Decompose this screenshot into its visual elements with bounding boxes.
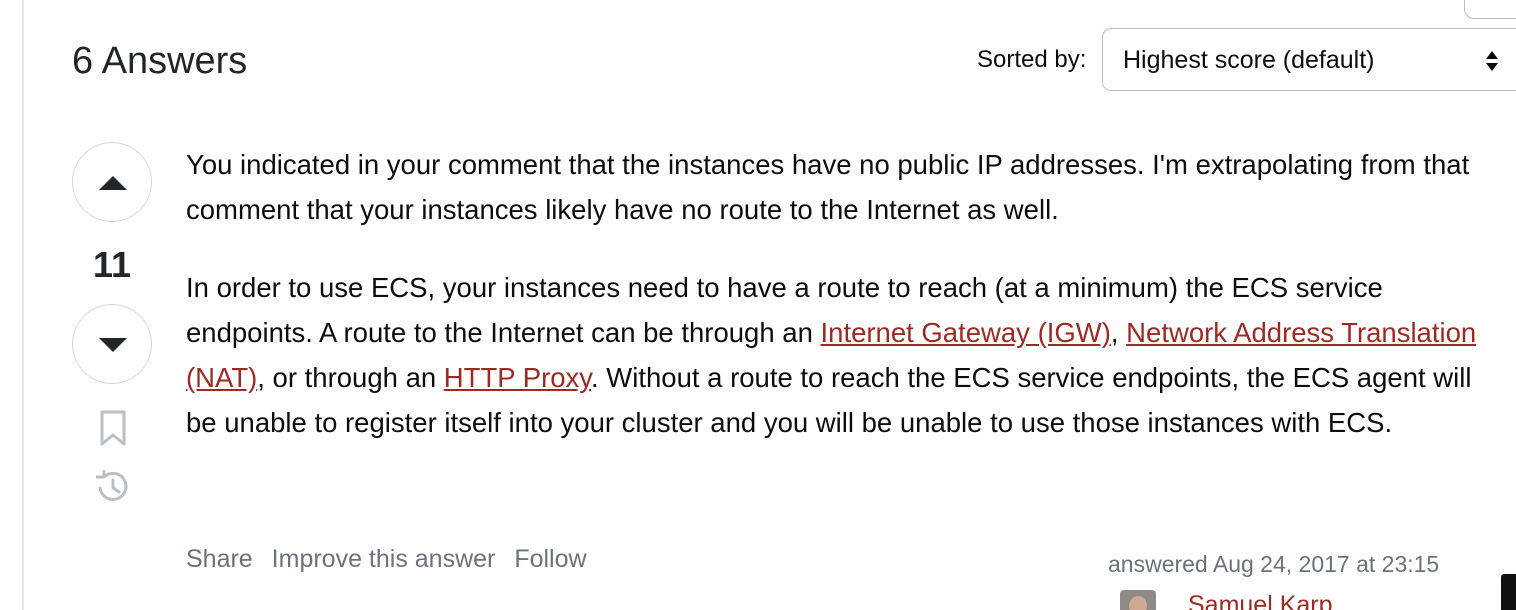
top-corner-button[interactable] [1464,0,1516,19]
bookmark-button[interactable] [93,408,133,448]
left-divider [22,0,24,610]
answer-text: , or through an [257,362,444,393]
answer-text: , [1110,317,1127,348]
answer-body: You indicated in your comment that the i… [186,142,1496,478]
avatar-face [1129,596,1147,610]
answered-timestamp: answered Aug 24, 2017 at 23:15 [1108,551,1440,577]
sort-select[interactable]: Highest score (default) [1102,28,1516,91]
share-link[interactable]: Share [186,545,253,573]
downvote-button[interactable] [72,304,152,384]
vote-count: 11 [92,244,132,285]
link-http-proxy[interactable]: HTTP Proxy [444,362,591,393]
triangle-up-icon [99,176,127,190]
sort-arrows-icon [1486,51,1498,71]
answer-paragraph-1: You indicated in your comment that the i… [186,149,1470,225]
user-name-link[interactable]: Samuel Karp [1188,590,1333,610]
timeline-button[interactable] [92,467,132,507]
improve-answer-link[interactable]: Improve this answer [272,545,496,573]
bookmark-icon [100,410,126,446]
follow-link[interactable]: Follow [514,545,586,573]
upvote-button[interactable] [72,142,152,222]
history-icon [96,470,128,501]
answers-section: 6 Answers Sorted by: Highest score (defa… [0,0,1516,610]
sort-select-value: Highest score (default) [1123,46,1375,74]
answer-paragraph-2: In order to use ECS, your instances need… [186,265,1496,445]
triangle-down-icon [99,338,127,352]
sort-label: Sorted by: [977,46,1087,73]
link-internet-gateway[interactable]: Internet Gateway (IGW) [821,317,1111,348]
avatar[interactable] [1120,590,1156,610]
answers-count-heading: 6 Answers [72,40,248,82]
post-menu: Share Improve this answer Follow [186,543,599,575]
dark-corner-element [1501,574,1516,610]
